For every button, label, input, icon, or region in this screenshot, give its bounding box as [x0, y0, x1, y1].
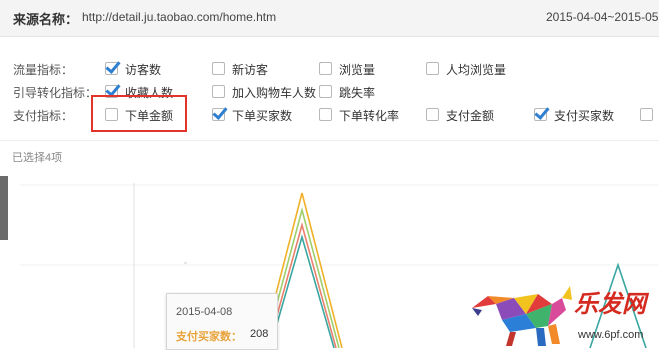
checkbox-bounce-rate[interactable]: [319, 85, 332, 98]
scroll-handle[interactable]: [0, 176, 8, 240]
checkbox-payment-buyers[interactable]: [534, 108, 547, 121]
tooltip-value: 208: [250, 328, 269, 340]
checkbox-visitors[interactable]: [105, 62, 118, 75]
checkbox-pageviews[interactable]: [319, 62, 332, 75]
conversion-metrics-label: 引导转化指标：: [13, 86, 98, 100]
checkbox-label-visitors[interactable]: 访客数: [125, 61, 161, 78]
checkbox-label-payment-amount[interactable]: 支付金额: [446, 107, 494, 124]
source-url[interactable]: http://detail.ju.taobao.com/home.htm: [82, 10, 276, 24]
tooltip-metric: 支付买家数：: [176, 331, 242, 343]
checkbox-label-new-visitors[interactable]: 新访客: [232, 61, 268, 78]
site-watermark-logo: 乐发网 www.6pf.com: [472, 286, 650, 346]
report-header: 来源名称： http://detail.ju.taobao.com/home.h…: [0, 0, 659, 37]
highlight-annotation-box: [91, 95, 187, 132]
checkbox-label-payment-buyers[interactable]: 支付买家数: [554, 107, 614, 124]
divider: [0, 140, 659, 141]
traffic-metrics-label: 流量指标：: [13, 63, 74, 77]
checkbox-label-bounce-rate[interactable]: 跳失率: [339, 84, 375, 101]
bull-logo-icon: [472, 286, 572, 346]
checkbox-more-metric[interactable]: [640, 108, 653, 121]
checkbox-add-to-cart[interactable]: [212, 85, 225, 98]
source-label: 来源名称：: [13, 12, 79, 27]
checkbox-label-order-buyers[interactable]: 下单买家数: [232, 107, 292, 124]
checkbox-order-buyers[interactable]: [212, 108, 225, 121]
checkbox-payment-amount[interactable]: [426, 108, 439, 121]
checkbox-label-add-to-cart[interactable]: 加入购物车人数: [232, 84, 316, 101]
payment-metrics-label: 支付指标：: [13, 109, 74, 123]
watermark-url: www.6pf.com: [577, 329, 643, 341]
checkbox-label-pageviews[interactable]: 浏览量: [339, 61, 375, 78]
checkbox-avg-pageviews[interactable]: [426, 62, 439, 75]
selected-count: 已选择4项: [12, 152, 63, 164]
watermark-brand: 乐发网: [574, 291, 650, 318]
date-range[interactable]: 2015-04-04~2015-05: [546, 10, 658, 24]
checkbox-label-order-conversion[interactable]: 下单转化率: [339, 107, 399, 124]
checkbox-order-conversion[interactable]: [319, 108, 332, 121]
checkbox-new-visitors[interactable]: [212, 62, 225, 75]
checkbox-label-avg-pageviews[interactable]: 人均浏览量: [446, 61, 506, 78]
tooltip-date: 2015-04-08: [176, 306, 233, 318]
chart-tooltip: 2015-04-08 支付买家数： 208: [166, 293, 278, 350]
